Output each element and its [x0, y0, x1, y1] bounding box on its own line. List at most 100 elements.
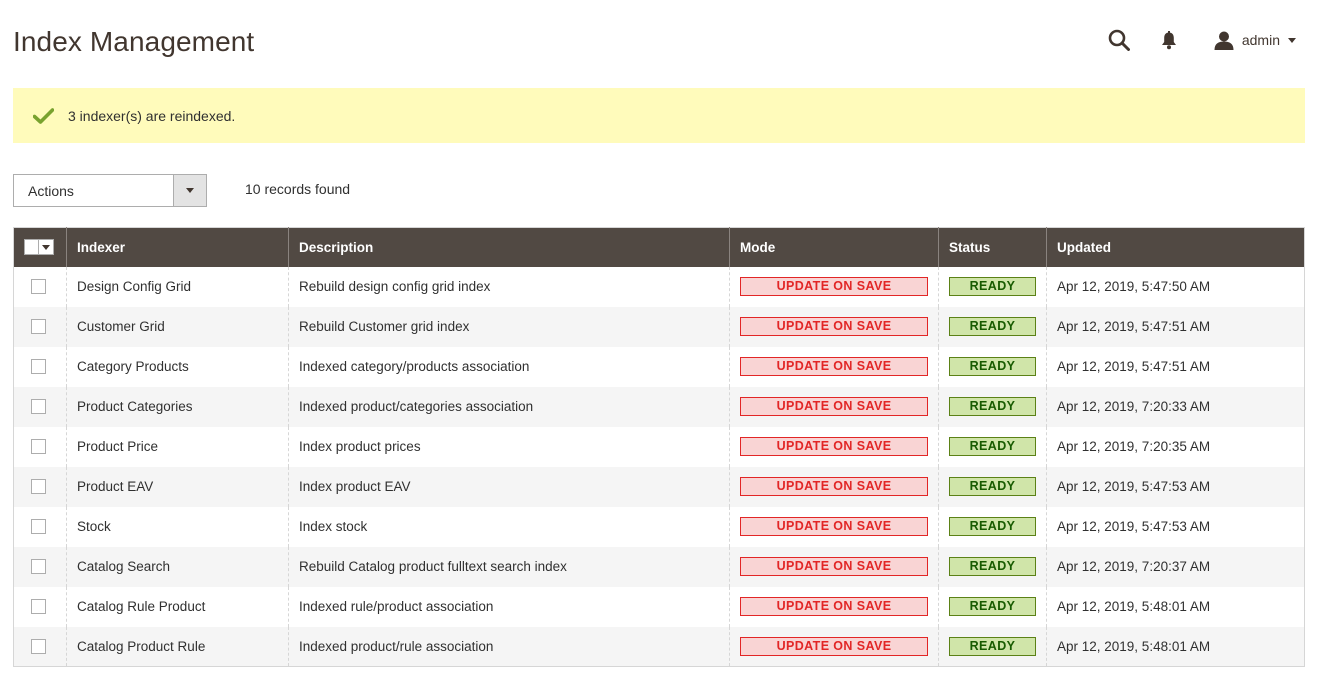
mode-badge: UPDATE ON SAVE: [740, 437, 928, 456]
table-row[interactable]: Catalog Rule Product Indexed rule/product…: [13, 586, 1305, 627]
indexer-cell: Stock: [66, 506, 289, 547]
status-badge: READY: [949, 277, 1036, 296]
column-header-indexer: Indexer: [66, 227, 289, 267]
row-checkbox-cell: [13, 306, 67, 347]
user-icon: [1214, 31, 1234, 50]
updated-cell: Apr 12, 2019, 5:48:01 AM: [1046, 586, 1305, 627]
mode-cell: UPDATE ON SAVE: [729, 306, 939, 347]
row-checkbox[interactable]: [31, 359, 46, 374]
chevron-down-icon: [186, 188, 194, 193]
mode-cell: UPDATE ON SAVE: [729, 586, 939, 627]
description-cell: Indexed product/categories association: [288, 386, 730, 427]
records-found: 10 records found: [245, 181, 351, 197]
bell-icon: [1161, 30, 1176, 49]
indexer-cell: Product Price: [66, 426, 289, 467]
status-cell: READY: [938, 546, 1047, 587]
description-cell: Index product prices: [288, 426, 730, 467]
column-header-description: Description: [288, 227, 730, 267]
column-header-status: Status: [938, 227, 1047, 267]
mode-cell: UPDATE ON SAVE: [729, 506, 939, 547]
table-row[interactable]: Customer Grid Rebuild Customer grid index…: [13, 306, 1305, 347]
updated-cell: Apr 12, 2019, 7:20:35 AM: [1046, 426, 1305, 467]
row-checkbox[interactable]: [31, 638, 46, 654]
table-row[interactable]: Design Config Grid Rebuild design config …: [13, 266, 1305, 307]
status-badge: READY: [949, 437, 1036, 456]
updated-cell: Apr 12, 2019, 5:48:01 AM: [1046, 626, 1305, 667]
updated-cell: Apr 12, 2019, 7:20:33 AM: [1046, 386, 1305, 427]
actions-dropdown-toggle[interactable]: [173, 175, 206, 206]
mode-cell: UPDATE ON SAVE: [729, 546, 939, 587]
mode-cell: UPDATE ON SAVE: [729, 426, 939, 467]
row-checkbox-cell: [13, 426, 67, 467]
mode-cell: UPDATE ON SAVE: [729, 386, 939, 427]
table-row[interactable]: Catalog Search Rebuild Catalog product fu…: [13, 546, 1305, 587]
row-checkbox[interactable]: [31, 279, 46, 294]
header-actions: admin: [1106, 26, 1296, 54]
description-cell: Indexed product/rule association: [288, 626, 730, 667]
row-checkbox[interactable]: [31, 519, 46, 534]
status-badge: READY: [949, 477, 1036, 496]
table-row[interactable]: Catalog Product Rule Indexed product/rule…: [13, 626, 1305, 667]
table-row[interactable]: Product Price Index product prices UPDATE …: [13, 426, 1305, 467]
row-checkbox-cell: [13, 586, 67, 627]
search-button[interactable]: [1106, 27, 1132, 53]
success-message: 3 indexer(s) are reindexed.: [13, 88, 1305, 143]
search-icon: [1108, 29, 1130, 51]
mass-select-checkbox[interactable]: [25, 240, 39, 255]
user-menu[interactable]: admin: [1214, 31, 1296, 50]
status-cell: READY: [938, 306, 1047, 347]
row-checkbox-cell: [13, 546, 67, 587]
actions-label: Actions: [28, 182, 74, 199]
table-row[interactable]: Stock Index stock UPDATE ON SAVE READY Apr 1…: [13, 506, 1305, 547]
mode-cell: UPDATE ON SAVE: [729, 626, 939, 667]
row-checkbox[interactable]: [31, 399, 46, 414]
status-badge: READY: [949, 357, 1036, 376]
updated-cell: Apr 12, 2019, 7:20:37 AM: [1046, 546, 1305, 587]
mode-badge: UPDATE ON SAVE: [740, 636, 928, 656]
status-cell: READY: [938, 426, 1047, 467]
updated-cell: Apr 12, 2019, 5:47:53 AM: [1046, 466, 1305, 507]
row-checkbox[interactable]: [31, 439, 46, 454]
updated-cell: Apr 12, 2019, 5:47:50 AM: [1046, 266, 1305, 307]
table-row[interactable]: Category Products Indexed category/produc…: [13, 346, 1305, 387]
page-title: Index Management: [13, 26, 255, 57]
indexer-cell: Catalog Product Rule: [66, 626, 289, 667]
table-row[interactable]: Product Categories Indexed product/catego…: [13, 386, 1305, 427]
row-checkbox[interactable]: [31, 599, 46, 614]
indexer-cell: Product Categories: [66, 386, 289, 427]
mode-cell: UPDATE ON SAVE: [729, 346, 939, 387]
chevron-down-icon: [1288, 37, 1296, 43]
message-text: 3 indexer(s) are reindexed.: [68, 107, 236, 124]
row-checkbox-cell: [13, 266, 67, 307]
row-checkbox-cell: [13, 346, 67, 387]
status-badge: READY: [949, 517, 1036, 536]
grid-header-row: Indexer Description Mode Status Updated: [13, 227, 1305, 267]
description-cell: Index stock: [288, 506, 730, 547]
grid-body: Design Config Grid Rebuild design config …: [13, 266, 1305, 667]
table-row[interactable]: Product EAV Index product EAV UPDATE ON SA…: [13, 466, 1305, 507]
mass-select-dropdown[interactable]: [24, 239, 54, 256]
indexer-cell: Product EAV: [66, 466, 289, 507]
row-checkbox-cell: [13, 506, 67, 547]
row-checkbox[interactable]: [31, 479, 46, 494]
indexer-grid: Indexer Description Mode Status Updated …: [13, 227, 1305, 667]
status-cell: READY: [938, 266, 1047, 307]
notifications-button[interactable]: [1158, 27, 1180, 53]
status-cell: READY: [938, 626, 1047, 667]
mass-select-header: [13, 227, 67, 267]
row-checkbox[interactable]: [31, 319, 46, 334]
actions-dropdown[interactable]: Actions: [13, 174, 207, 207]
mode-badge: UPDATE ON SAVE: [740, 277, 928, 296]
description-cell: Rebuild design config grid index: [288, 266, 730, 307]
description-cell: Rebuild Catalog product fulltext search …: [288, 546, 730, 587]
row-checkbox-cell: [13, 466, 67, 507]
row-checkbox-cell: [13, 626, 67, 667]
status-cell: READY: [938, 506, 1047, 547]
row-checkbox[interactable]: [31, 559, 46, 574]
description-cell: Indexed category/products association: [288, 346, 730, 387]
description-cell: Indexed rule/product association: [288, 586, 730, 627]
mode-badge: UPDATE ON SAVE: [740, 397, 928, 416]
status-badge: READY: [949, 597, 1036, 616]
check-icon: [33, 107, 54, 124]
status-cell: READY: [938, 386, 1047, 427]
